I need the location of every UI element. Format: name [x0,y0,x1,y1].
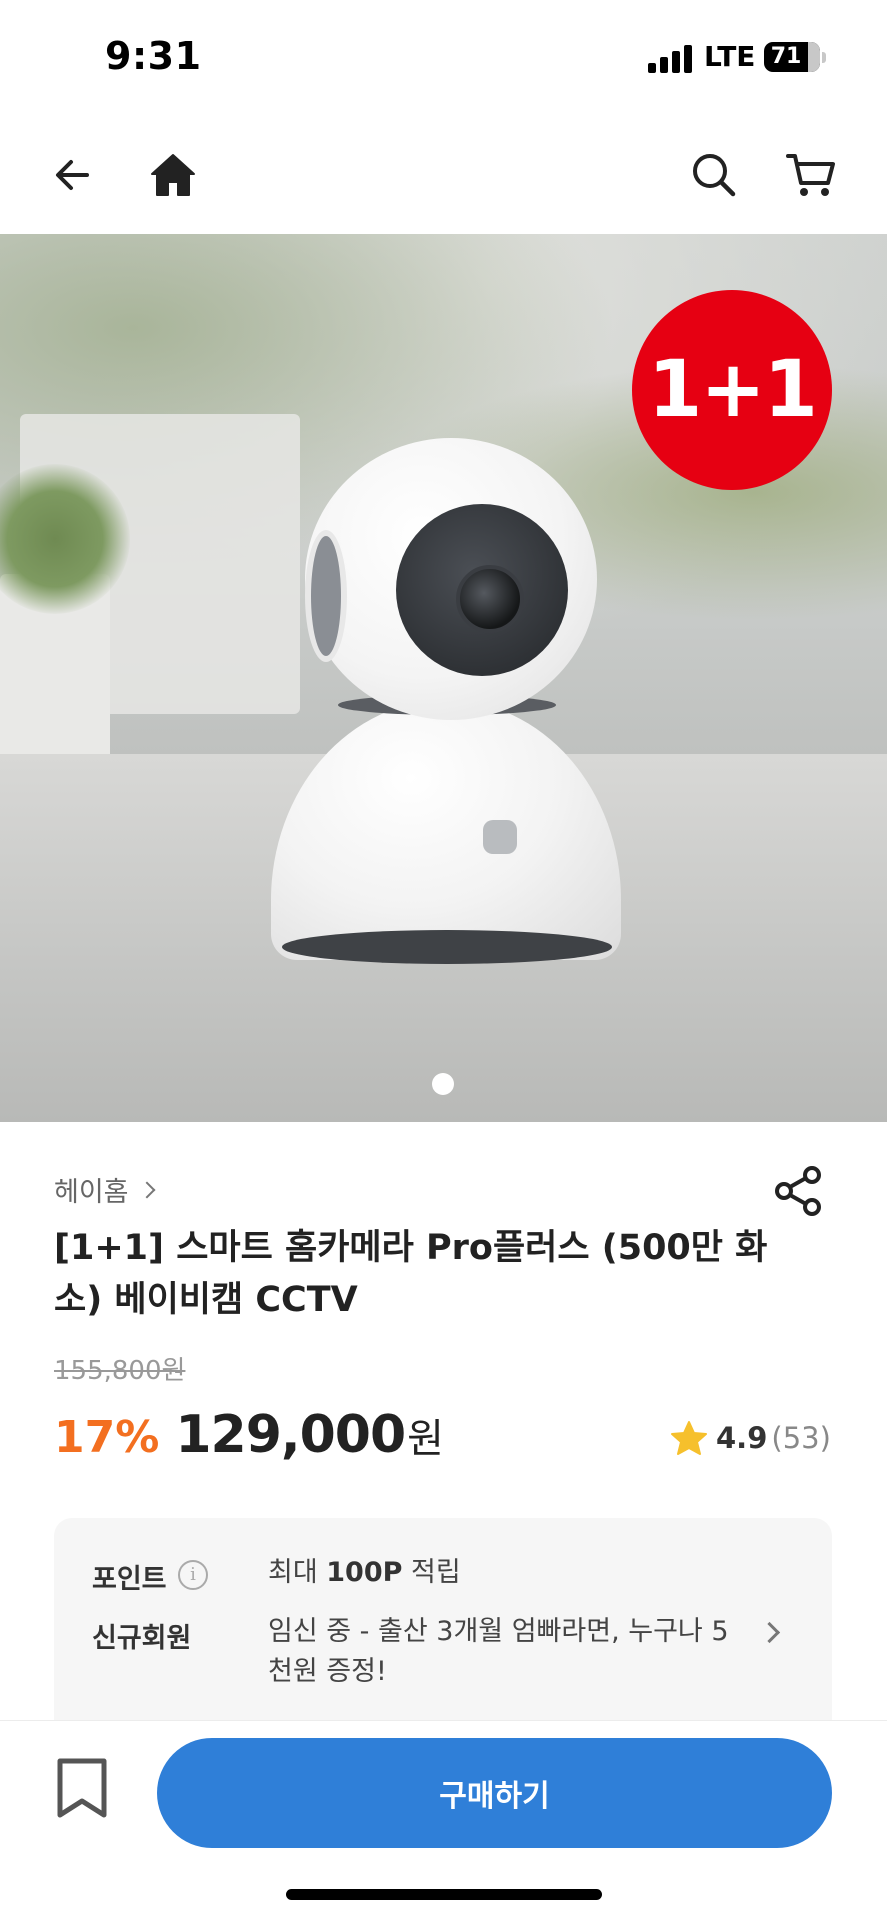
promo-badge: 1+1 [632,290,832,490]
camera-lens [456,565,524,633]
share-button[interactable] [772,1164,826,1218]
discount-rate: 17% [54,1412,160,1463]
point-value-suffix: 적립 [402,1557,461,1588]
currency-unit: 원 [407,1416,444,1462]
rating-score: 4.9 [716,1421,768,1455]
status-time: 9:31 [105,34,202,78]
point-value-prefix: 최대 [268,1557,327,1588]
back-button[interactable] [38,140,108,210]
point-amount: 100P [326,1557,403,1588]
member-label: 신규회원 [92,1623,192,1654]
search-button[interactable] [679,140,749,210]
bookmark-button[interactable] [54,1757,110,1819]
star-icon [671,1421,707,1455]
search-icon [693,154,736,197]
home-button[interactable] [138,140,208,210]
bookmark-icon [57,1758,107,1818]
original-price: 155,800원 [54,1356,186,1386]
review-count: (53) [771,1421,831,1455]
rating-summary[interactable]: 4.9 (53) [670,1420,831,1456]
battery-icon: 71 [764,42,820,72]
camera-logo [483,820,517,854]
battery-nub [822,52,826,63]
cart-button[interactable] [776,140,846,210]
cart-icon [786,154,835,196]
top-navigation [0,118,887,234]
brand-name: 헤이홈 [54,1177,129,1208]
battery-level: 71 [770,44,802,69]
camera-side-button [305,530,347,662]
buy-button[interactable]: 구매하기 [157,1738,832,1848]
share-icon [775,1166,821,1216]
product-title: [1+1] 스마트 홈카메라 Pro플러스 (500만 화소) 베이비캠 CCT… [54,1228,768,1320]
signal-icon [648,45,692,73]
arrow-left-icon [56,160,89,190]
sale-price: 129,000 [175,1405,406,1465]
point-value: 최대 100P 적립 [268,1553,461,1593]
home-indicator[interactable] [286,1889,602,1900]
chevron-right-icon [138,1181,156,1198]
network-type: LTE [704,40,756,73]
brand-link[interactable]: 헤이홈 [54,1170,156,1209]
home-icon [151,154,195,196]
point-label: 포인트 [92,1564,167,1595]
info-icon[interactable]: i [178,1560,208,1590]
price-row: 17% 129,000 원 [54,1405,444,1465]
status-bar: 9:31 LTE 71 [0,0,887,118]
carousel-dot[interactable] [432,1073,454,1095]
member-benefit-text[interactable]: 임신 중 - 출산 3개월 엄빠라면, 누구나 5천원 증정! [268,1612,738,1692]
